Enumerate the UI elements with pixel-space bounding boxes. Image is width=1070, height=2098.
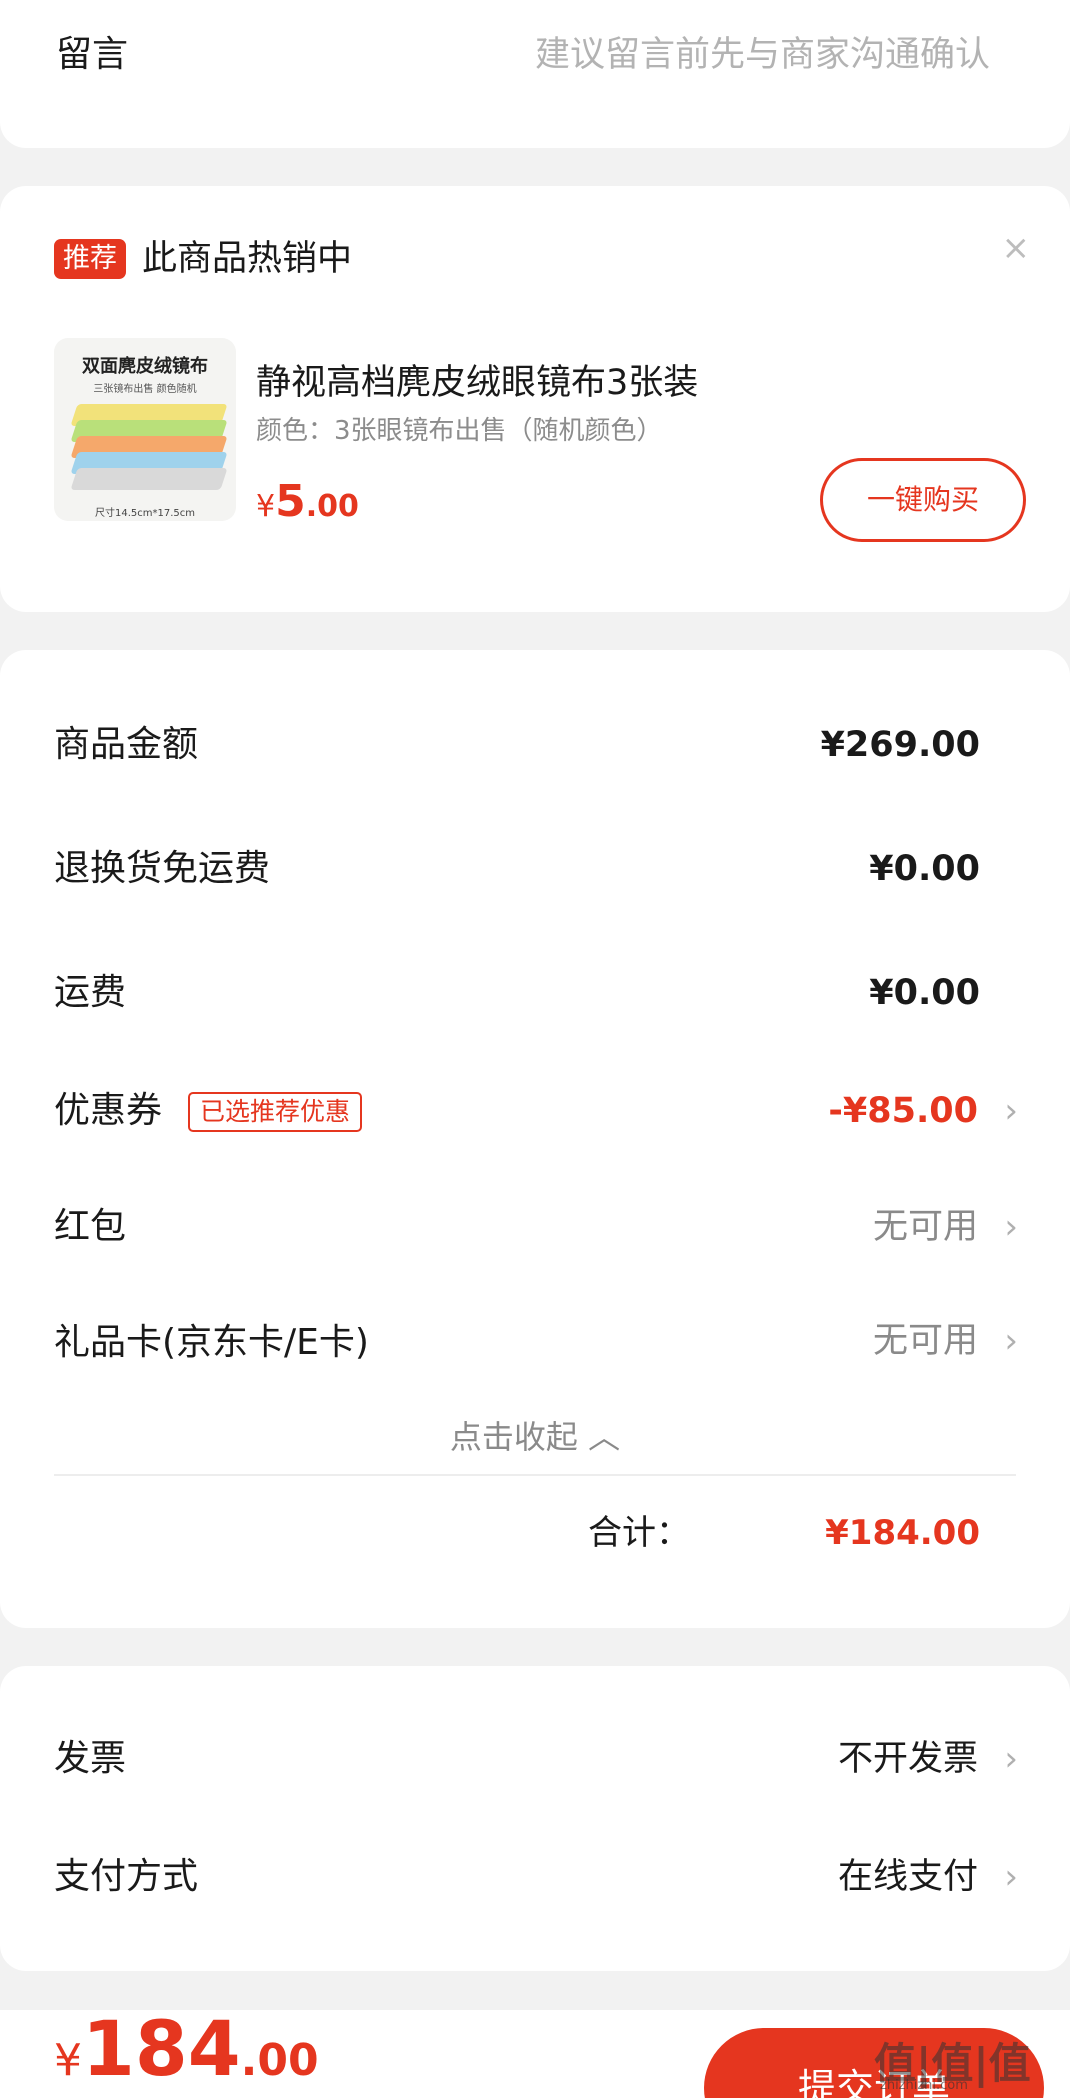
one-click-buy-button[interactable]: 一键购买 [820, 458, 1026, 542]
bottom-price-decimal: .00 [240, 2035, 319, 2086]
thumbnail-size: 尺寸14.5cm*17.5cm [94, 508, 195, 519]
row-value-red-packet: 无可用 [872, 1207, 978, 1247]
row-label-goods-amount: 商品金额 [54, 724, 199, 765]
row-value-invoice: 不开发票 [837, 1739, 978, 1779]
product-name[interactable]: 静视高档麂皮绒眼镜布3张装 [256, 358, 698, 408]
row-value-payment: 在线支付 [837, 1857, 978, 1897]
remark-label: 留言 [56, 34, 129, 75]
divider [54, 1474, 1016, 1476]
bottom-total-price: ¥184.00 [54, 2004, 319, 2093]
bottom-bar: ¥184.00 提交订单 值|值|值 zhizhizhi.com [0, 2004, 1070, 2098]
recommendation-card: 推荐 此商品热销中 × 双面麂皮绒镜布 三张镜布出售 颜色随机 尺寸14.5cm… [0, 186, 1070, 612]
amount-card: 商品金额 ¥269.00 退换货免运费 ¥0.00 运费 ¥0.00 优惠券 已… [0, 650, 1070, 1628]
recommend-tag: 推荐 [54, 239, 126, 279]
row-value-return-shipping: ¥0.00 [869, 849, 980, 889]
thumbnail-title: 双面麂皮绒镜布 [82, 356, 208, 377]
product-spec: 颜色：3张眼镜布出售（随机颜色） [256, 416, 663, 446]
cloth-gray [70, 468, 228, 490]
row-value-goods-amount: ¥269.00 [820, 725, 980, 765]
chevron-right-icon: › [1004, 1207, 1018, 1247]
price-integer: 5 [275, 476, 306, 527]
thumbnail-subtitle: 三张镜布出售 颜色随机 [93, 384, 197, 395]
row-label-red-packet: 红包 [54, 1206, 127, 1247]
row-label-return-shipping: 退换货免运费 [54, 848, 271, 889]
price-currency: ¥ [256, 489, 276, 524]
row-value-coupon: -¥85.00 [828, 1091, 978, 1131]
row-label-coupon: 优惠券 [54, 1090, 163, 1131]
product-thumbnail[interactable]: 双面麂皮绒镜布 三张镜布出售 颜色随机 尺寸14.5cm*17.5cm [54, 338, 236, 521]
bottom-price-currency: ¥ [54, 2035, 82, 2086]
row-label-invoice: 发票 [54, 1738, 127, 1779]
row-label-gift-card: 礼品卡(京东卡/E卡) [54, 1322, 369, 1363]
product-price: ¥5.00 [256, 476, 359, 527]
remark-input[interactable]: 建议留言前先与商家沟通确认 [535, 30, 990, 80]
close-icon[interactable]: × [1002, 228, 1031, 268]
recommendation-title: 此商品热销中 [142, 239, 353, 279]
chevron-right-icon: › [1004, 1739, 1018, 1779]
row-value-gift-card: 无可用 [872, 1321, 978, 1361]
chevron-right-icon: › [1004, 1091, 1018, 1131]
collapse-toggle[interactable]: 点击收起 ︿ [0, 1412, 1070, 1462]
chevron-right-icon: › [1004, 1857, 1018, 1897]
settings-card: 发票 不开发票 › 支付方式 在线支付 › [0, 1666, 1070, 1971]
total-value: ¥184.00 [825, 1513, 980, 1553]
price-decimal: .00 [305, 489, 359, 524]
chevron-right-icon: › [1004, 1321, 1018, 1361]
bottom-price-integer: 184 [82, 2004, 241, 2093]
total-label: 合计： [588, 1513, 690, 1553]
remark-card: 留言 建议留言前先与商家沟通确认 [0, 0, 1070, 148]
row-label-shipping: 运费 [54, 972, 127, 1013]
row-label-payment: 支付方式 [54, 1856, 199, 1897]
watermark-url: zhizhizhi.com [880, 2078, 968, 2093]
row-value-shipping: ¥0.00 [869, 973, 980, 1013]
coupon-badge: 已选推荐优惠 [188, 1092, 363, 1132]
